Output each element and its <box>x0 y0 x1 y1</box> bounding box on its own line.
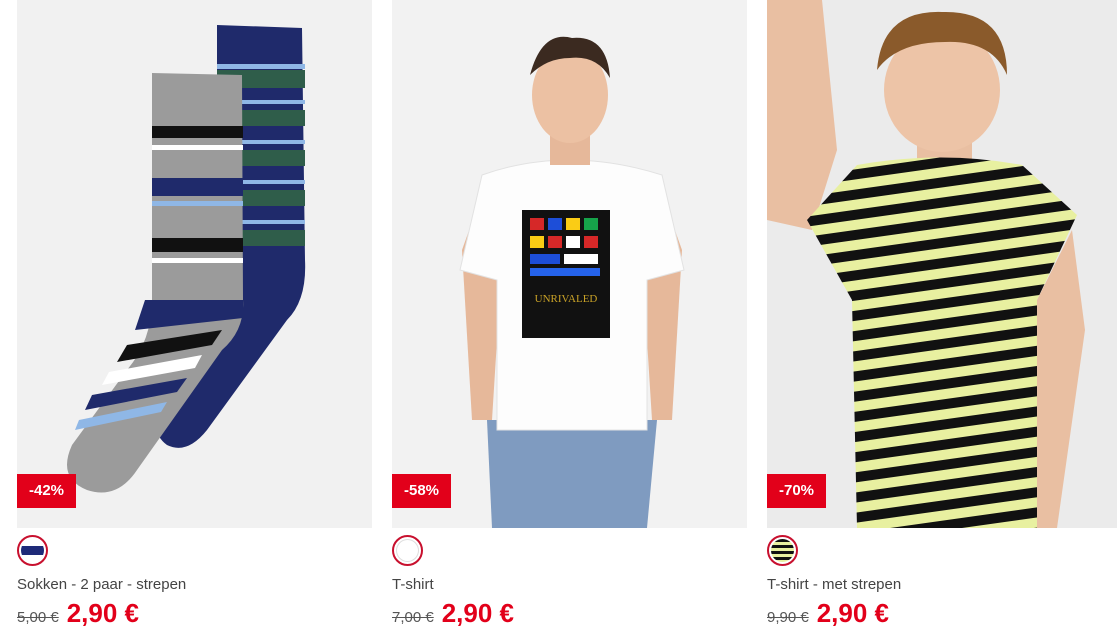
discount-badge: -58% <box>392 474 452 508</box>
shirt-print-text: UNRIVALED <box>535 293 598 305</box>
old-price: 5,00 € <box>17 609 59 626</box>
price-row: 5,00 € 2,90 € <box>17 598 139 629</box>
model-striped-tshirt-illustration <box>767 0 1117 528</box>
price-row: 7,00 € 2,90 € <box>392 598 514 629</box>
color-swatch-black-yellow-stripe[interactable] <box>767 535 798 566</box>
sale-price: 2,90 € <box>441 598 515 628</box>
product-title[interactable]: T-shirt <box>392 576 434 593</box>
color-swatch-white[interactable] <box>392 535 423 566</box>
sale-price: 2,90 € <box>816 598 890 628</box>
product-image-socks[interactable]: -42% <box>17 0 372 528</box>
old-price: 9,90 € <box>767 609 809 626</box>
product-title[interactable]: Sokken - 2 paar - strepen <box>17 576 186 593</box>
product-image-tshirt[interactable]: UNRIVALED -58% <box>392 0 747 528</box>
product-card-socks[interactable]: -42% Sokken - 2 paar - strepen 5,00 € 2,… <box>17 0 372 639</box>
sale-price: 2,90 € <box>66 598 140 628</box>
socks-illustration <box>17 0 372 528</box>
color-swatch-navy-stripe[interactable] <box>17 535 48 566</box>
product-title[interactable]: T-shirt - met strepen <box>767 576 901 593</box>
discount-badge: -70% <box>767 474 827 508</box>
product-card-tshirt[interactable]: UNRIVALED -58% T-shirt 7,00 € 2,90 € <box>392 0 747 639</box>
old-price: 7,00 € <box>392 609 434 626</box>
product-image-striped-tshirt[interactable]: -70% <box>767 0 1117 528</box>
discount-badge: -42% <box>17 474 77 508</box>
swatch-preview <box>771 539 794 562</box>
price-row: 9,90 € 2,90 € <box>767 598 889 629</box>
swatch-preview <box>396 539 419 562</box>
model-white-tshirt-illustration: UNRIVALED <box>392 0 747 528</box>
product-card-striped-tshirt[interactable]: -70% T-shirt - met strepen 9,90 € 2,90 € <box>767 0 1117 639</box>
swatch-preview <box>21 539 44 562</box>
